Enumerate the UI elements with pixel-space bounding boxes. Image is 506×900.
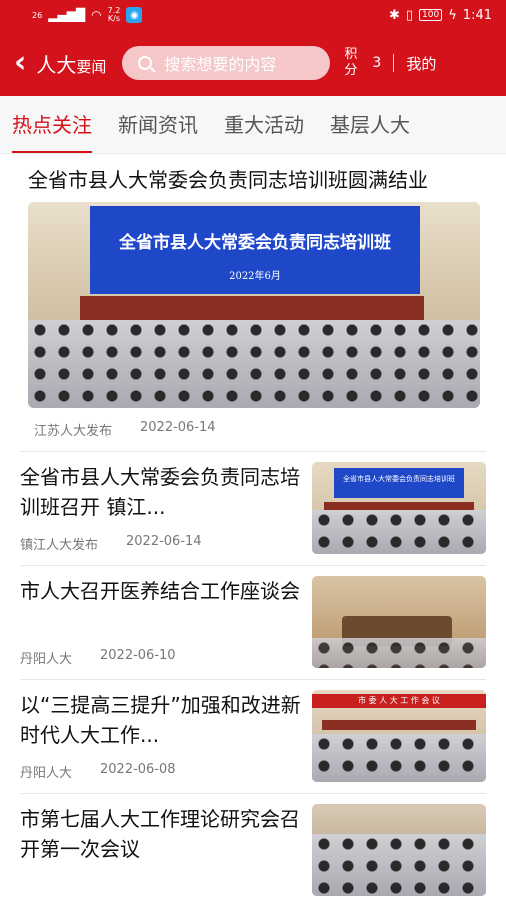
search-placeholder: 搜索想要的内容 xyxy=(164,55,277,74)
tab-events[interactable]: 重大活动 xyxy=(224,96,304,153)
featured-article[interactable]: 全省市县人大常委会负责同志培训班圆满结业 全省市县人大常委会负责同志培训班 20… xyxy=(20,154,486,451)
list-item-title: 全省市县人大常委会负责同志培训班召开 镇江... xyxy=(20,465,300,519)
category-tabs: 热点关注 新闻资讯 重大活动 基层人大 xyxy=(0,96,506,154)
divider xyxy=(393,54,395,72)
page-title-sub: 要闻 xyxy=(76,57,107,76)
signal-icon: ▂▄▆█ xyxy=(48,8,86,22)
thumb-banner: 全省市县人大常委会负责同志培训班 xyxy=(334,468,464,498)
top-bar: 26 ▂▄▆█ ◠ 7.2 K/s ◉ ✱ ▯ 100 ϟ 1:41 ‹ 人大要… xyxy=(0,0,506,96)
list-item-date: 2022-06-10 xyxy=(100,648,176,663)
list-item-thumbnail: 全省市县人大常委会负责同志培训班 xyxy=(312,462,486,554)
network-indicator: 26 xyxy=(32,10,43,20)
app-header: ‹ 人大要闻 搜索想要的内容 积分 3 我的 xyxy=(0,30,506,96)
featured-source: 江苏人大发布 xyxy=(34,424,113,439)
list-item[interactable]: 全省市县人大常委会负责同志培训班召开 镇江... 镇江人大发布 2022-06-… xyxy=(20,451,486,565)
list-item-date: 2022-06-08 xyxy=(100,762,176,777)
list-item-title: 市第七届人大工作理论研究会召开第一次会议 xyxy=(20,807,300,861)
network-speed: 7.2 K/s xyxy=(107,6,121,23)
page-title: 人大要闻 xyxy=(36,49,106,78)
vibrate-icon: ▯ xyxy=(405,7,414,23)
thumb-banner: 市 委 人 大 工 作 会 议 xyxy=(312,694,486,708)
list-item-thumbnail: 市 委 人 大 工 作 会 议 xyxy=(312,690,486,782)
list-item[interactable]: 市人大召开医养结合工作座谈会 丹阳人大 2022-06-10 xyxy=(20,565,486,679)
app-notification-icon: ◉ xyxy=(126,7,143,23)
mine-button[interactable]: 我的 xyxy=(406,53,436,74)
featured-image: 全省市县人大常委会负责同志培训班 2022年6月 xyxy=(28,202,480,408)
list-item-thumbnail xyxy=(312,804,486,896)
image-audience xyxy=(28,320,480,408)
chevron-left-icon[interactable]: ‹ xyxy=(14,48,26,78)
image-banner: 全省市县人大常委会负责同志培训班 2022年6月 xyxy=(90,206,420,294)
list-item-title: 市人大召开医养结合工作座谈会 xyxy=(20,579,300,603)
featured-title: 全省市县人大常委会负责同志培训班圆满结业 xyxy=(28,168,428,192)
score-area[interactable]: 积分 3 我的 xyxy=(344,47,436,79)
image-stage xyxy=(80,296,424,320)
page-title-main: 人大 xyxy=(36,52,77,77)
tab-news[interactable]: 新闻资讯 xyxy=(118,96,198,153)
list-item-source: 丹阳人大 xyxy=(20,652,73,667)
clock: 1:41 xyxy=(462,7,492,23)
list-item-source: 镇江人大发布 xyxy=(20,538,99,553)
article-list: 全省市县人大常委会负责同志培训班圆满结业 全省市县人大常委会负责同志培训班 20… xyxy=(0,154,506,900)
list-item-date: 2022-06-14 xyxy=(126,534,202,549)
list-item-thumbnail xyxy=(312,576,486,668)
score-value: 3 xyxy=(372,55,382,71)
search-icon xyxy=(138,56,153,70)
search-input[interactable]: 搜索想要的内容 xyxy=(122,46,331,80)
list-item[interactable]: 以“三提高三提升”加强和改进新时代人大工作... 丹阳人大 2022-06-08… xyxy=(20,679,486,793)
thumb-audience xyxy=(312,510,486,554)
featured-date: 2022-06-14 xyxy=(140,420,216,435)
list-item-source: 丹阳人大 xyxy=(20,766,73,781)
tab-grassroots[interactable]: 基层人大 xyxy=(330,96,410,153)
charging-icon: ϟ xyxy=(448,7,457,23)
thumb-stage xyxy=(324,502,474,510)
thumb-stage xyxy=(322,720,476,730)
tab-hot[interactable]: 热点关注 xyxy=(12,96,92,153)
score-label: 积分 xyxy=(344,47,358,78)
thumb-banner-text: 全省市县人大常委会负责同志培训班 xyxy=(343,475,455,483)
list-item-title: 以“三提高三提升”加强和改进新时代人大工作... xyxy=(20,693,301,747)
bluetooth-icon: ✱ xyxy=(388,7,400,23)
thumb-banner-text: 市 委 人 大 工 作 会 议 xyxy=(358,696,440,705)
image-banner-title: 全省市县人大常委会负责同志培训班 xyxy=(119,233,391,253)
status-bar: 26 ▂▄▆█ ◠ 7.2 K/s ◉ ✱ ▯ 100 ϟ 1:41 xyxy=(0,0,506,30)
wifi-icon: ◠ xyxy=(91,8,102,22)
thumb-people xyxy=(312,638,486,668)
thumb-audience xyxy=(312,734,486,782)
image-banner-date: 2022年6月 xyxy=(229,271,281,282)
battery-icon: 100 xyxy=(419,9,443,21)
thumb-people xyxy=(312,834,486,896)
list-item[interactable]: 市第七届人大工作理论研究会召开第一次会议 xyxy=(20,793,486,900)
